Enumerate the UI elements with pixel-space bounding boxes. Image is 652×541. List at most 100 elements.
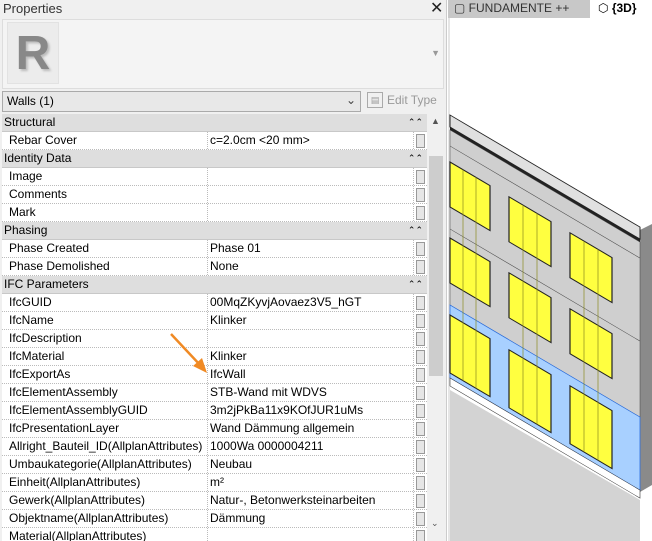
- property-value[interactable]: None: [208, 258, 414, 275]
- property-value[interactable]: Klinker: [208, 312, 414, 329]
- property-row[interactable]: Einheit(AllplanAttributes) m²: [2, 474, 427, 492]
- 3d-cube-icon: ⬡: [598, 1, 609, 15]
- parameter-button[interactable]: [414, 438, 427, 455]
- collapse-icon[interactable]: ⌃⌃: [408, 150, 423, 167]
- parameter-button[interactable]: [414, 420, 427, 437]
- property-label: Material(AllplanAttributes): [2, 528, 208, 541]
- group-label: Structural: [4, 115, 56, 129]
- property-label: IfcName: [2, 312, 208, 329]
- scrollbar[interactable]: ▲ ⌄: [427, 114, 445, 541]
- property-label: Phase Created: [2, 240, 208, 257]
- edit-type-label: Edit Type: [387, 93, 437, 107]
- property-value[interactable]: IfcWall: [208, 366, 414, 383]
- property-label: Rebar Cover: [2, 132, 208, 149]
- 3d-view-canvas[interactable]: [448, 18, 652, 541]
- property-value[interactable]: Neubau: [208, 456, 414, 473]
- property-value[interactable]: Wand Dämmung allgemein: [208, 420, 414, 437]
- scrollbar-thumb[interactable]: [429, 156, 443, 376]
- revit-logo: R: [7, 22, 59, 84]
- property-row[interactable]: Material(AllplanAttributes): [2, 528, 427, 541]
- parameter-button[interactable]: [414, 456, 427, 473]
- parameter-button[interactable]: [414, 384, 427, 401]
- property-row[interactable]: Mark: [2, 204, 427, 222]
- chevron-down-icon: ⌄: [345, 93, 356, 107]
- property-row[interactable]: IfcPresentationLayer Wand Dämmung allgeme…: [2, 420, 427, 438]
- parameter-button[interactable]: [414, 294, 427, 311]
- property-value[interactable]: c=2.0cm <20 mm>: [208, 132, 414, 149]
- property-row[interactable]: IfcElementAssemblyGUID 3m2jPkBa11x9KOfJUR…: [2, 402, 427, 420]
- parameter-button[interactable]: [414, 258, 427, 275]
- group-header[interactable]: Identity Data ⌃⌃: [2, 150, 427, 168]
- property-value[interactable]: [208, 204, 414, 221]
- property-value[interactable]: m²: [208, 474, 414, 491]
- property-label: Objektname(AllplanAttributes): [2, 510, 208, 527]
- parameter-button[interactable]: [414, 510, 427, 527]
- parameter-button[interactable]: [414, 492, 427, 509]
- parameter-button[interactable]: [414, 312, 427, 329]
- parameter-button[interactable]: [414, 348, 427, 365]
- property-value[interactable]: 1000Wa 0000004211: [208, 438, 414, 455]
- property-row[interactable]: IfcElementAssembly STB-Wand mit WDVS: [2, 384, 427, 402]
- property-label: IfcElementAssemblyGUID: [2, 402, 208, 419]
- property-row[interactable]: Image: [2, 168, 427, 186]
- parameter-button[interactable]: [414, 132, 427, 149]
- scroll-up-icon[interactable]: ▲: [431, 116, 440, 126]
- property-value[interactable]: Dämmung: [208, 510, 414, 527]
- edit-type-button[interactable]: ▤ Edit Type: [367, 92, 437, 108]
- side-wall: [640, 224, 652, 492]
- property-row[interactable]: Phase Demolished None: [2, 258, 427, 276]
- property-row[interactable]: Gewerk(AllplanAttributes) Natur-, Betonwe…: [2, 492, 427, 510]
- property-value[interactable]: [208, 528, 414, 541]
- parameter-button[interactable]: [414, 186, 427, 203]
- collapse-icon[interactable]: ⌃⌃: [408, 114, 423, 131]
- tab-3d[interactable]: ⬡ {3D}: [598, 0, 637, 17]
- scroll-down-icon[interactable]: ⌄: [431, 518, 439, 529]
- property-value[interactable]: Natur-, Betonwerksteinarbeiten: [208, 492, 414, 509]
- property-row[interactable]: Rebar Cover c=2.0cm <20 mm>: [2, 132, 427, 150]
- property-value[interactable]: 3m2jPkBa11x9KOfJUR1uMs: [208, 402, 414, 419]
- parameter-button[interactable]: [414, 330, 427, 347]
- panel-title: Properties: [3, 1, 63, 16]
- property-label: IfcGUID: [2, 294, 208, 311]
- group-header[interactable]: Structural ⌃⌃: [2, 114, 427, 132]
- parameter-button[interactable]: [414, 168, 427, 185]
- close-icon[interactable]: ✕: [430, 0, 443, 18]
- parameter-button[interactable]: [414, 366, 427, 383]
- property-value[interactable]: 00MqZKyvjAovaez3V5_hGT: [208, 294, 414, 311]
- property-row[interactable]: IfcName Klinker: [2, 312, 427, 330]
- property-value[interactable]: [208, 186, 414, 203]
- property-row[interactable]: Comments: [2, 186, 427, 204]
- property-row[interactable]: Allright_Bauteil_ID(AllplanAttributes) 10…: [2, 438, 427, 456]
- edit-type-icon: ▤: [367, 92, 383, 108]
- element-type-selector[interactable]: Walls (1) ⌄: [2, 91, 361, 112]
- group-label: Phasing: [4, 223, 48, 237]
- parameter-button[interactable]: [414, 240, 427, 257]
- collapse-icon[interactable]: ⌃⌃: [408, 276, 423, 293]
- collapse-icon[interactable]: ⌃⌃: [408, 222, 423, 239]
- parameter-button[interactable]: [414, 402, 427, 419]
- property-label: IfcElementAssembly: [2, 384, 208, 401]
- property-value[interactable]: Klinker: [208, 348, 414, 365]
- dropdown-arrow-icon[interactable]: ▼: [431, 48, 440, 58]
- parameter-button[interactable]: [414, 474, 427, 491]
- property-value[interactable]: [208, 168, 414, 185]
- property-row[interactable]: Objektname(AllplanAttributes) Dämmung: [2, 510, 427, 528]
- parameter-button[interactable]: [414, 528, 427, 541]
- group-header[interactable]: Phasing ⌃⌃: [2, 222, 427, 240]
- group-header[interactable]: IFC Parameters ⌃⌃: [2, 276, 427, 294]
- group-label: Identity Data: [4, 151, 72, 165]
- property-label: Phase Demolished: [2, 258, 208, 275]
- parameter-button[interactable]: [414, 204, 427, 221]
- property-row[interactable]: Phase Created Phase 01: [2, 240, 427, 258]
- property-value[interactable]: STB-Wand mit WDVS: [208, 384, 414, 401]
- property-row[interactable]: IfcGUID 00MqZKyvjAovaez3V5_hGT: [2, 294, 427, 312]
- property-value[interactable]: [208, 330, 414, 347]
- group-label: IFC Parameters: [4, 277, 89, 291]
- tab-fundamente[interactable]: ▢ FUNDAMENTE ++: [448, 0, 590, 18]
- property-value[interactable]: Phase 01: [208, 240, 414, 257]
- property-label: Image: [2, 168, 208, 185]
- annotation-arrow: [170, 333, 207, 373]
- property-row[interactable]: Umbaukategorie(AllplanAttributes) Neubau: [2, 456, 427, 474]
- property-label: Gewerk(AllplanAttributes): [2, 492, 208, 509]
- property-label: Comments: [2, 186, 208, 203]
